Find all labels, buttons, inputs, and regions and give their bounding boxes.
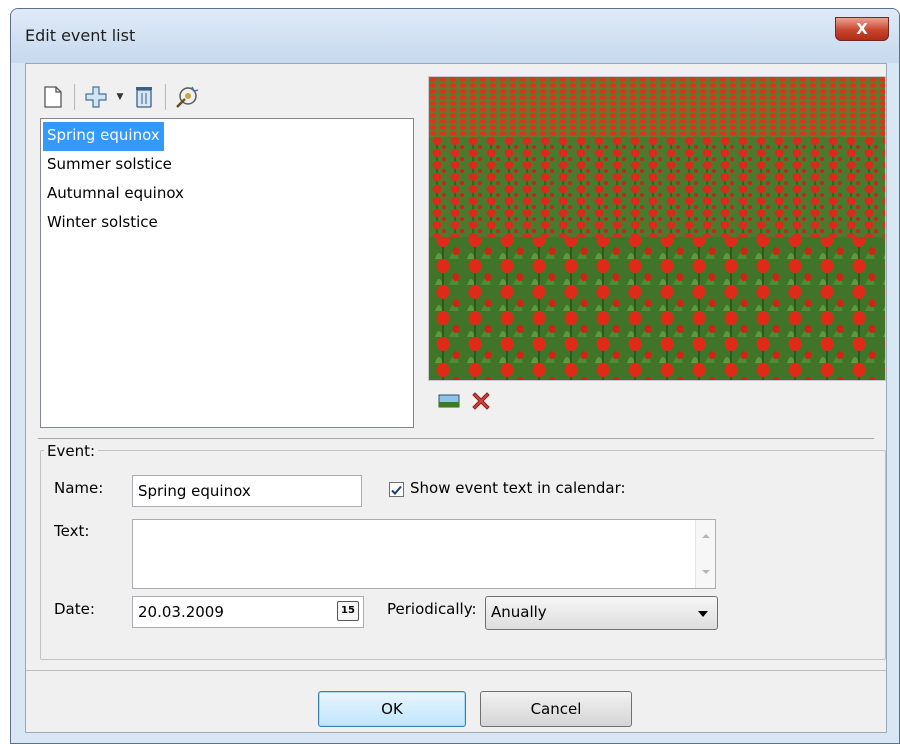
- divider: [26, 670, 886, 671]
- window-title: Edit event list: [25, 26, 136, 45]
- scroll-up-icon: [702, 534, 710, 538]
- periodically-label: Periodically:: [387, 600, 477, 618]
- add-event-button[interactable]: [81, 82, 111, 112]
- name-label: Name:: [54, 479, 104, 497]
- add-dropdown-arrow[interactable]: ▼: [115, 92, 125, 102]
- text-scrollbar[interactable]: [695, 520, 715, 588]
- dialog-client-area: ▼ Spring equinox Summer solstice Autumna…: [25, 63, 887, 733]
- tulip-field-image: [429, 77, 885, 380]
- title-bar: Edit event list X: [11, 9, 899, 63]
- cancel-button[interactable]: Cancel: [480, 691, 632, 727]
- new-event-button[interactable]: [38, 82, 68, 112]
- event-text-area[interactable]: [132, 519, 716, 589]
- remove-image-icon: [472, 392, 490, 410]
- periodically-select[interactable]: Anually: [485, 596, 718, 630]
- date-field[interactable]: 20.03.2009 15: [132, 596, 364, 628]
- date-value: 20.03.2009: [138, 603, 224, 621]
- remove-image-button[interactable]: [470, 390, 492, 416]
- ok-button[interactable]: OK: [318, 691, 466, 727]
- wizard-button[interactable]: [172, 82, 202, 112]
- list-item[interactable]: Autumnal equinox: [43, 180, 188, 209]
- show-text-label: Show event text in calendar:: [410, 479, 626, 497]
- add-icon: [85, 86, 107, 108]
- dropdown-arrow-icon: ▼: [116, 92, 124, 102]
- list-item[interactable]: Summer solstice: [43, 151, 176, 180]
- event-listbox[interactable]: Spring equinox Summer solstice Autumnal …: [40, 118, 414, 428]
- checkmark-icon: [391, 485, 402, 495]
- delete-event-button[interactable]: [129, 82, 159, 112]
- show-text-checkbox[interactable]: [389, 482, 404, 497]
- event-group-label: Event:: [44, 442, 99, 460]
- image-tools: [438, 390, 492, 416]
- list-item[interactable]: Winter solstice: [43, 209, 162, 238]
- scroll-down-icon: [702, 570, 710, 574]
- wizard-icon: [176, 86, 199, 108]
- new-icon: [44, 86, 62, 108]
- close-icon: X: [856, 20, 868, 38]
- chevron-down-icon: [698, 611, 708, 617]
- calendar-icon: 15: [341, 605, 355, 616]
- toolbar-separator: [165, 84, 166, 110]
- close-button[interactable]: X: [835, 17, 889, 41]
- text-label: Text:: [54, 522, 90, 540]
- dialog-window: Edit event list X ▼ Spring equinox Summe…: [10, 8, 900, 744]
- name-field[interactable]: Spring equinox: [132, 475, 362, 507]
- calendar-button[interactable]: 15: [337, 601, 359, 621]
- event-list-toolbar: ▼: [38, 80, 202, 114]
- delete-icon: [136, 87, 152, 108]
- toolbar-separator: [74, 84, 75, 110]
- list-item[interactable]: Spring equinox: [43, 122, 164, 151]
- divider: [38, 438, 874, 439]
- load-image-icon: [438, 394, 460, 408]
- load-image-button[interactable]: [438, 393, 460, 413]
- event-image-preview: [428, 76, 886, 381]
- date-label: Date:: [54, 600, 95, 618]
- periodically-value: Anually: [491, 603, 547, 621]
